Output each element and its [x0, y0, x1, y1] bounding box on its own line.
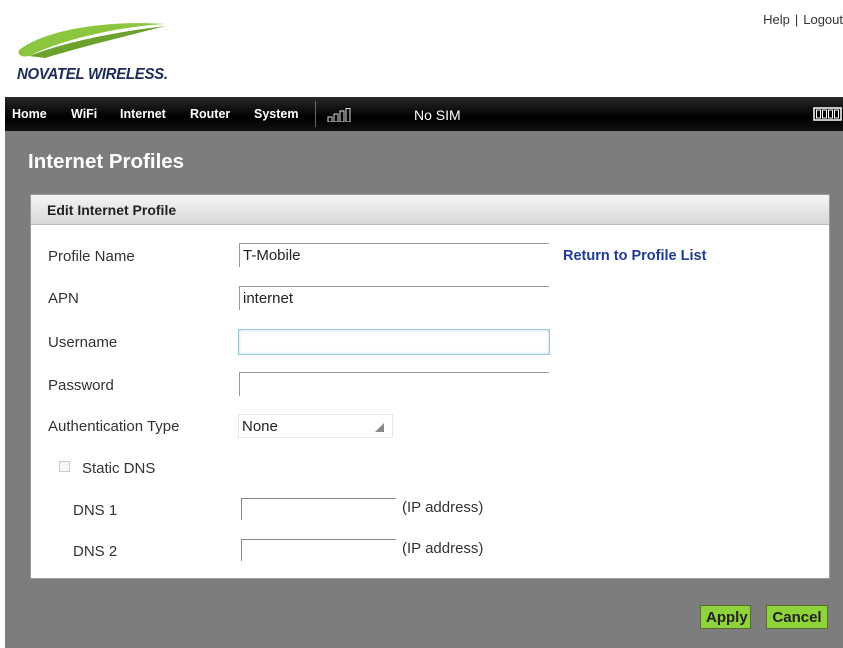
nav-bar: Home WiFi Internet Router System No SIM [5, 97, 843, 131]
header: NOVATEL WIRELESS. Help | Logout [5, 0, 843, 97]
dns2-label: DNS 2 [73, 543, 118, 560]
top-links: Help | Logout [763, 12, 843, 27]
authentication-type-label: Authentication Type [48, 418, 180, 435]
logo-text: NOVATEL WIRELESS. [17, 65, 168, 84]
dns1-ip-hint: (IP address) [402, 499, 484, 516]
logout-link[interactable]: Logout [803, 12, 843, 27]
nav-divider [315, 101, 316, 127]
authentication-type-select[interactable]: None [238, 414, 393, 438]
profile-name-field[interactable] [239, 243, 549, 267]
static-dns-label: Static DNS [82, 460, 156, 477]
password-field[interactable] [239, 372, 549, 396]
dns1-field[interactable] [241, 498, 396, 520]
apply-button[interactable]: Apply [700, 605, 751, 629]
return-to-profile-list-link[interactable]: Return to Profile List [563, 248, 706, 264]
logo-swoosh-icon [18, 23, 166, 58]
main-content: Internet Profiles Edit Internet Profile … [5, 131, 843, 648]
cancel-button[interactable]: Cancel [766, 605, 828, 629]
username-field[interactable] [238, 329, 550, 355]
page-title: Internet Profiles [28, 150, 185, 173]
link-separator: | [794, 12, 799, 27]
panel-title: Edit Internet Profile [47, 202, 177, 218]
authentication-type-value: None [242, 418, 278, 435]
profile-name-label: Profile Name [48, 248, 135, 265]
apn-label: APN [48, 290, 79, 307]
help-link[interactable]: Help [763, 12, 790, 27]
panel-header: Edit Internet Profile [31, 195, 829, 225]
battery-icon [813, 107, 842, 121]
password-label: Password [48, 377, 114, 394]
nav-internet[interactable]: Internet [120, 107, 166, 121]
apn-field[interactable] [239, 286, 549, 310]
dropdown-arrow-icon [375, 423, 384, 432]
dns2-field[interactable] [241, 539, 396, 561]
dns1-label: DNS 1 [73, 502, 118, 519]
nav-wifi[interactable]: WiFi [71, 107, 97, 121]
edit-profile-panel: Edit Internet Profile Profile Name Retur… [30, 194, 830, 579]
nav-system[interactable]: System [254, 107, 298, 121]
dns2-ip-hint: (IP address) [402, 540, 484, 557]
page: NOVATEL WIRELESS. Help | Logout Home WiFi … [0, 0, 843, 648]
static-dns-checkbox[interactable] [59, 461, 70, 472]
signal-icon [327, 108, 351, 122]
nav-home[interactable]: Home [12, 107, 47, 121]
nav-router[interactable]: Router [190, 107, 230, 121]
username-label: Username [48, 334, 118, 351]
sim-status: No SIM [414, 107, 461, 123]
logo: NOVATEL WIRELESS. [15, 14, 185, 84]
